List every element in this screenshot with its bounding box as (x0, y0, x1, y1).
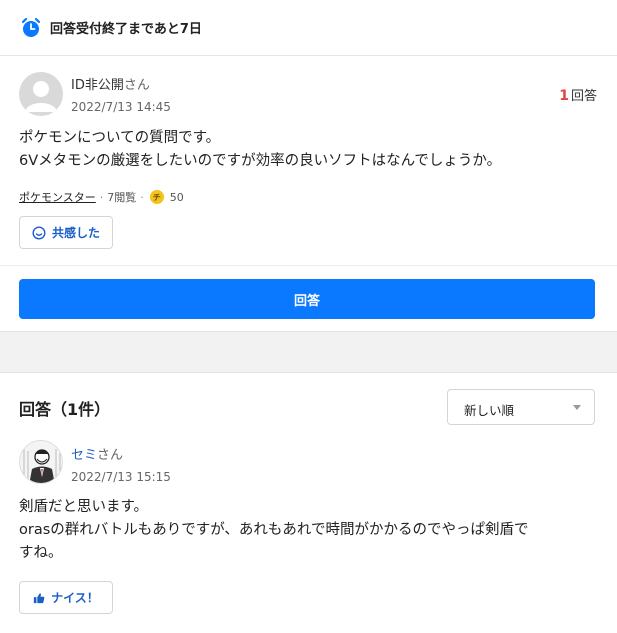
nice-button[interactable]: ナイス！ (19, 581, 113, 614)
question-body-line: 6Vメタモンの厳選をしたいのですが効率の良いソフトはなんでしょうか。 (19, 153, 502, 169)
thumbs-up-icon (34, 592, 45, 603)
divider (0, 265, 617, 266)
chevron-down-icon (573, 405, 581, 410)
answer-user-name-text: セミ (71, 448, 98, 463)
answer-count-number: 1 (559, 88, 569, 104)
smile-icon (32, 225, 46, 240)
question-date: 2022/7/13 14:45 (71, 100, 171, 114)
question-user-name: ID非公開さん (71, 74, 150, 93)
user-name-text: ID非公開 (71, 78, 124, 93)
avatar (19, 72, 63, 116)
answer-user-name-suffix: さん (97, 448, 124, 463)
question-meta: ポケモンスター · 7閲覧 · チ 50 (19, 189, 184, 205)
answer-count-label: 回答 (570, 89, 597, 104)
sort-value: 新しい順 (464, 403, 515, 418)
category-link[interactable]: ポケモンスター (19, 189, 96, 205)
view-count: 7閲覧 (107, 191, 137, 204)
answer-user-name[interactable]: セミさん (71, 444, 123, 463)
question-body: ポケモンについての質問です。 6Vメタモンの厳選をしたいのですが効率の良いソフト… (19, 127, 599, 173)
question-body-line: ポケモンについての質問です。 (19, 130, 221, 146)
answer-count: 1 回答 (559, 85, 597, 104)
deadline-banner: 回答受付終了まであと7日 (0, 0, 617, 56)
empathy-label: 共感した (51, 226, 100, 240)
answer-body-line: 剣盾だと思います。 (19, 499, 149, 515)
default-user-icon (25, 81, 57, 112)
user-illustration-icon (20, 441, 62, 483)
sort-select[interactable]: 新しい順 (447, 389, 595, 425)
nice-label: ナイス！ (51, 591, 99, 605)
answer-body-line: orasの群れバトルもありですが、あれもあれで時間がかかるのでやっぱ剣盾で (19, 522, 529, 538)
section-separator (0, 331, 617, 373)
answer-body-line: すね。 (19, 545, 63, 561)
alarm-clock-icon (21, 17, 41, 37)
separator: · (99, 190, 104, 204)
user-name-suffix: さん (123, 78, 150, 93)
separator: · (140, 190, 144, 204)
empathy-button[interactable]: 共感した (19, 216, 113, 249)
answers-title: 回答（1件） (19, 400, 111, 419)
question-header: ID非公開さん 2022/7/13 14:45 1 回答 (19, 70, 597, 120)
deadline-text: 回答受付終了まであと7日 (50, 22, 202, 37)
answer-button[interactable]: 回答 (19, 279, 595, 319)
answer-header: セミさん 2022/7/13 15:15 (19, 440, 597, 488)
answer-date: 2022/7/13 15:15 (71, 470, 171, 484)
answer-avatar[interactable] (19, 440, 63, 484)
answer-body: 剣盾だと思います。 orasの群れバトルもありですが、あれもあれで時間がかかるの… (19, 496, 589, 565)
coin-icon: チ (149, 190, 164, 204)
coin-count: 50 (169, 190, 184, 204)
